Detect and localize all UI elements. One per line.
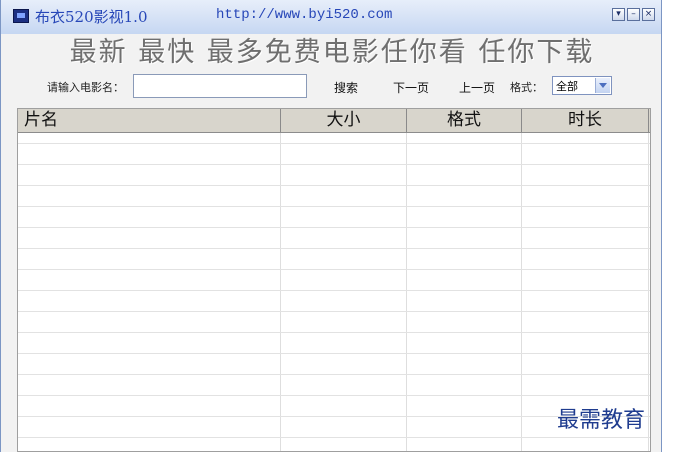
minimize-icon[interactable]: – bbox=[627, 8, 640, 21]
column-header-duration[interactable]: 时长 bbox=[522, 109, 649, 132]
format-label: 格式： bbox=[510, 81, 543, 94]
table-body[interactable] bbox=[18, 133, 650, 451]
app-icon bbox=[13, 9, 29, 23]
title-bar[interactable]: 布衣520影视1.0 http://www.byi520.com ▾ – × bbox=[1, 0, 661, 34]
movie-list-table[interactable]: 片名 大小 格式 时长 bbox=[17, 108, 651, 452]
column-header-format[interactable]: 格式 bbox=[407, 109, 522, 132]
column-header-name[interactable]: 片名 bbox=[18, 109, 281, 132]
banner-slogan: 最新 最快 最多免费电影任你看 任你下载 bbox=[69, 37, 595, 68]
app-title: 布衣520影视1.0 bbox=[35, 8, 148, 26]
search-button[interactable]: 搜索 bbox=[334, 79, 358, 96]
format-select[interactable]: 全部 bbox=[552, 76, 612, 95]
prev-page-button[interactable]: 上一页 bbox=[459, 79, 495, 96]
next-page-button[interactable]: 下一页 bbox=[393, 79, 429, 96]
movie-name-input[interactable] bbox=[133, 74, 307, 98]
watermark-text: 最需教育 bbox=[557, 408, 646, 433]
app-window: 布衣520影视1.0 http://www.byi520.com ▾ – × 最… bbox=[0, 0, 662, 452]
site-url: http://www.byi520.com bbox=[216, 7, 393, 23]
format-selected-value: 全部 bbox=[556, 80, 578, 93]
table-header: 片名 大小 格式 时长 bbox=[18, 109, 650, 133]
chevron-down-icon[interactable] bbox=[595, 78, 610, 93]
column-header-size[interactable]: 大小 bbox=[281, 109, 407, 132]
close-icon[interactable]: × bbox=[642, 8, 655, 21]
dropdown-icon[interactable]: ▾ bbox=[612, 8, 625, 21]
movie-name-label: 请输入电影名： bbox=[47, 81, 124, 94]
